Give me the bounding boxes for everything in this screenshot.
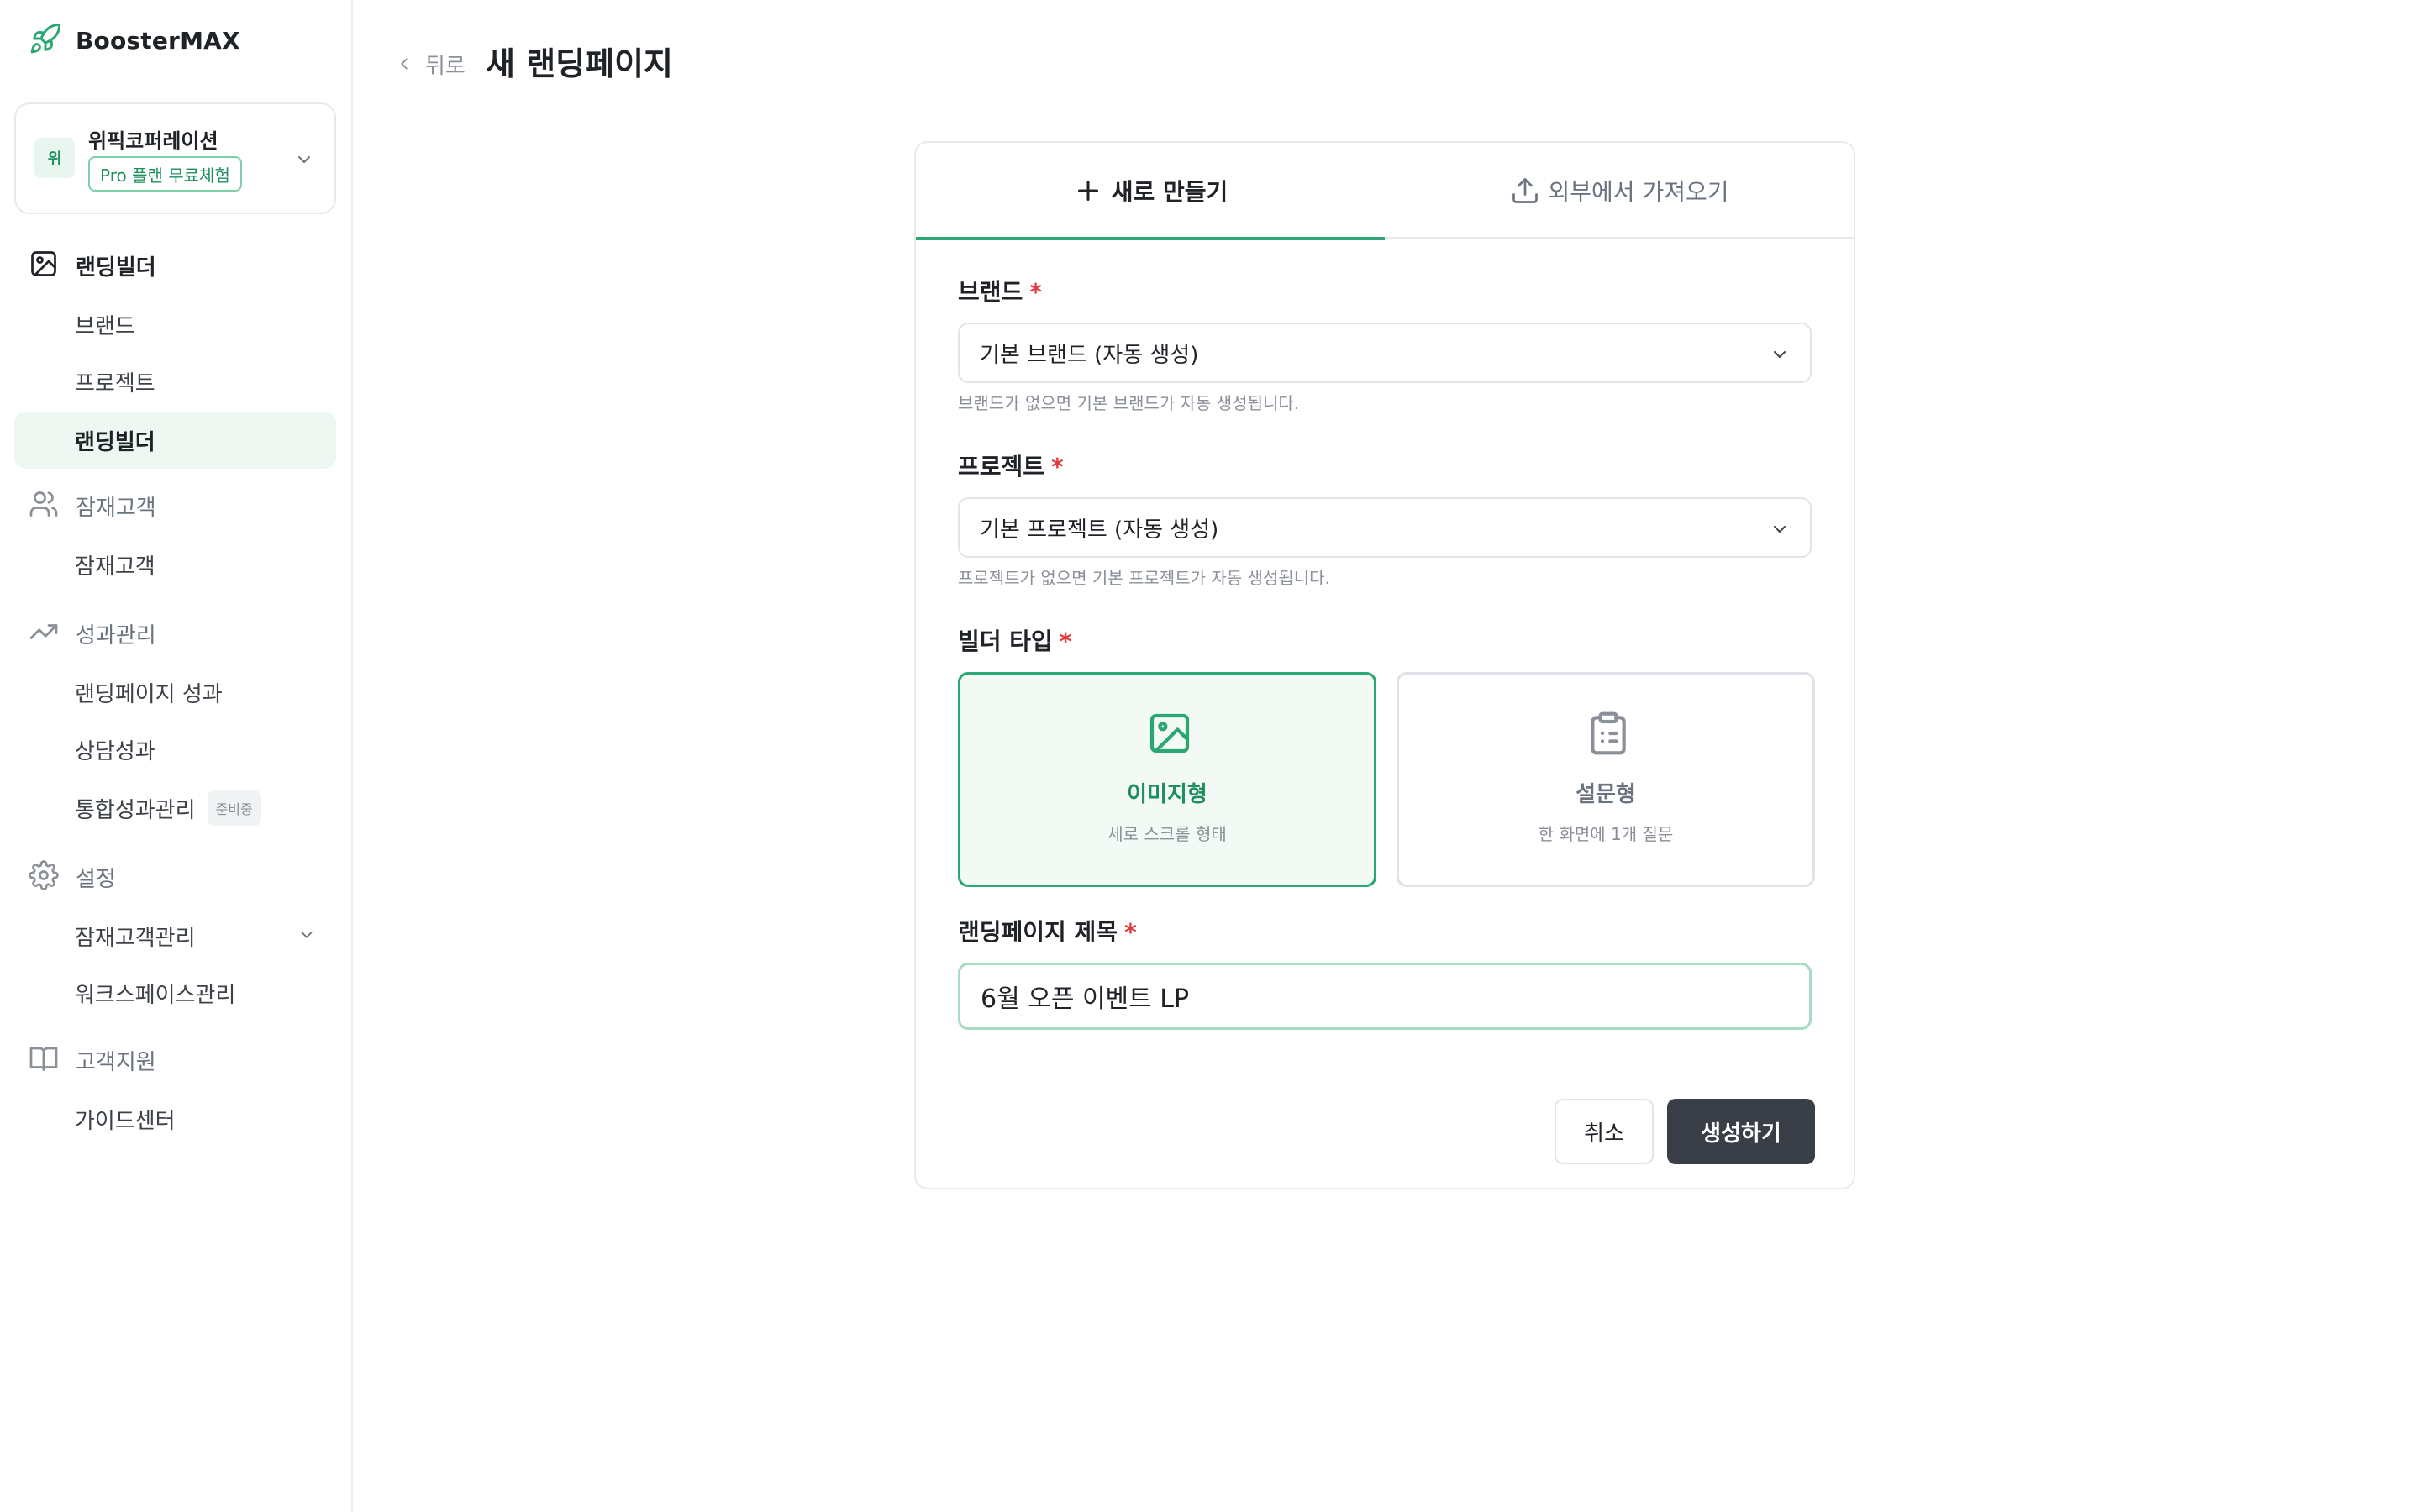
gear-icon bbox=[29, 860, 59, 894]
back-label: 뒤로 bbox=[425, 53, 466, 79]
back-button[interactable]: 뒤로 bbox=[395, 47, 466, 81]
app-logo[interactable]: BoosterMAX bbox=[29, 22, 240, 59]
cancel-button[interactable]: 취소 bbox=[1555, 1099, 1654, 1164]
upload-icon bbox=[1512, 178, 1538, 203]
builder-type-image[interactable]: 이미지형 세로 스크롤 형태 bbox=[958, 672, 1376, 887]
project-hint: 프로젝트가 없으면 기본 프로젝트가 자동 생성됩니다. bbox=[958, 568, 1330, 588]
sidebar-item-landing-builder[interactable]: 랜딩빌더 bbox=[14, 412, 336, 469]
sidebar-item-project[interactable]: 프로젝트 bbox=[14, 353, 336, 410]
workspace-switcher[interactable]: 위 위픽코퍼레이션 Pro 플랜 무료체험 bbox=[14, 102, 336, 214]
sidebar-item-consult-performance[interactable]: 상담성과 bbox=[14, 721, 336, 778]
sidebar-item-landing-performance[interactable]: 랜딩페이지 성과 bbox=[14, 664, 336, 721]
brand-hint: 브랜드가 없으면 기본 브랜드가 자동 생성됩니다. bbox=[958, 393, 1300, 413]
builder-type-label-text: 빌더 타입 bbox=[958, 627, 1053, 655]
nav-section-support[interactable]: 고객지원 bbox=[29, 1043, 156, 1077]
app-name: BoosterMAX bbox=[76, 26, 240, 55]
title-label-text: 랜딩페이지 제목 bbox=[958, 918, 1118, 946]
sidebar-item-guide-center[interactable]: 가이드센터 bbox=[14, 1090, 336, 1147]
users-icon bbox=[29, 489, 59, 522]
page-title: 새 랜딩페이지 bbox=[486, 45, 673, 82]
nav-section-performance[interactable]: 성과관리 bbox=[29, 617, 156, 650]
plus-icon bbox=[1077, 181, 1098, 201]
nav-section-label: 설정 bbox=[76, 866, 116, 892]
required-mark: * bbox=[1029, 278, 1042, 306]
sidebar-item-brand[interactable]: 브랜드 bbox=[14, 296, 336, 353]
tab-import[interactable]: 외부에서 가져오기 bbox=[1385, 143, 1854, 239]
nav-section-label: 성과관리 bbox=[76, 622, 156, 648]
brand-label: 브랜드 * bbox=[958, 276, 1042, 309]
required-mark: * bbox=[1059, 627, 1072, 655]
nav-section-label: 잠재고객 bbox=[76, 495, 156, 521]
chevron-down-icon bbox=[1774, 351, 1786, 358]
rocket-icon bbox=[29, 22, 62, 59]
brand-select-value: 기본 브랜드 (자동 생성) bbox=[980, 342, 1199, 368]
image-icon bbox=[1150, 713, 1190, 753]
workspace-avatar: 위 bbox=[34, 138, 75, 178]
tab-label: 새로 만들기 bbox=[1111, 178, 1228, 206]
nav-section-settings[interactable]: 설정 bbox=[29, 860, 116, 894]
clipboard-icon bbox=[1591, 711, 1626, 755]
coming-soon-badge: 준비중 bbox=[207, 790, 261, 826]
builder-type-title: 이미지형 bbox=[1127, 782, 1207, 807]
plan-badge: Pro 플랜 무료체험 bbox=[88, 156, 242, 192]
nav-section-label: 고객지원 bbox=[76, 1049, 156, 1075]
project-label: 프로젝트 * bbox=[958, 450, 1064, 484]
required-mark: * bbox=[1051, 453, 1064, 480]
builder-type-desc: 한 화면에 1개 질문 bbox=[1538, 824, 1674, 844]
chevron-left-icon bbox=[401, 58, 408, 70]
builder-type-survey[interactable]: 설문형 한 화면에 1개 질문 bbox=[1397, 672, 1815, 887]
book-icon bbox=[29, 1043, 59, 1077]
image-frame-icon bbox=[29, 249, 59, 282]
brand-select[interactable]: 기본 브랜드 (자동 생성) bbox=[958, 323, 1812, 383]
workspace-name: 위픽코퍼레이션 bbox=[88, 129, 218, 153]
chevron-down-icon bbox=[298, 156, 310, 163]
project-select-value: 기본 프로젝트 (자동 생성) bbox=[980, 517, 1219, 543]
chevron-down-icon bbox=[1774, 526, 1786, 533]
sidebar-item-integrated-performance[interactable]: 통합성과관리 준비중 bbox=[14, 780, 336, 837]
sidebar-item-lead-management[interactable]: 잠재고객관리 bbox=[14, 907, 336, 964]
builder-type-desc: 세로 스크롤 형태 bbox=[1107, 824, 1227, 844]
builder-type-label: 빌더 타입 * bbox=[958, 625, 1071, 659]
required-mark: * bbox=[1124, 918, 1137, 946]
trending-up-icon bbox=[29, 617, 59, 650]
sidebar-item-leads[interactable]: 잠재고객 bbox=[14, 536, 336, 593]
create-button[interactable]: 생성하기 bbox=[1667, 1099, 1815, 1164]
chevron-down-icon bbox=[301, 932, 313, 938]
nav-section-label: 랜딩빌더 bbox=[76, 255, 156, 281]
tab-bar: 새로 만들기 외부에서 가져오기 bbox=[916, 143, 1854, 240]
brand-label-text: 브랜드 bbox=[958, 278, 1023, 306]
create-landing-card: 새로 만들기 외부에서 가져오기 브랜드 * 기본 브랜드 (자동 생성) 브랜드… bbox=[914, 141, 1855, 1189]
sidebar-item-workspace-management[interactable]: 워크스페이스관리 bbox=[14, 964, 336, 1021]
tab-create-new[interactable]: 새로 만들기 bbox=[916, 143, 1385, 240]
project-select[interactable]: 기본 프로젝트 (자동 생성) bbox=[958, 497, 1812, 558]
nav-section-landing-builder[interactable]: 랜딩빌더 bbox=[29, 249, 156, 282]
sidebar-item-label: 잠재고객관리 bbox=[75, 925, 196, 951]
builder-type-title: 설문형 bbox=[1576, 782, 1636, 807]
landing-title-input[interactable] bbox=[958, 963, 1812, 1030]
tab-label: 외부에서 가져오기 bbox=[1548, 178, 1729, 206]
sidebar-item-label: 통합성과관리 bbox=[75, 797, 196, 823]
project-label-text: 프로젝트 bbox=[958, 453, 1045, 480]
title-label: 랜딩페이지 제목 * bbox=[958, 916, 1137, 949]
nav-section-leads[interactable]: 잠재고객 bbox=[29, 489, 156, 522]
sidebar: BoosterMAX 위 위픽코퍼레이션 Pro 플랜 무료체험 랜딩빌더 브랜… bbox=[0, 0, 353, 1512]
